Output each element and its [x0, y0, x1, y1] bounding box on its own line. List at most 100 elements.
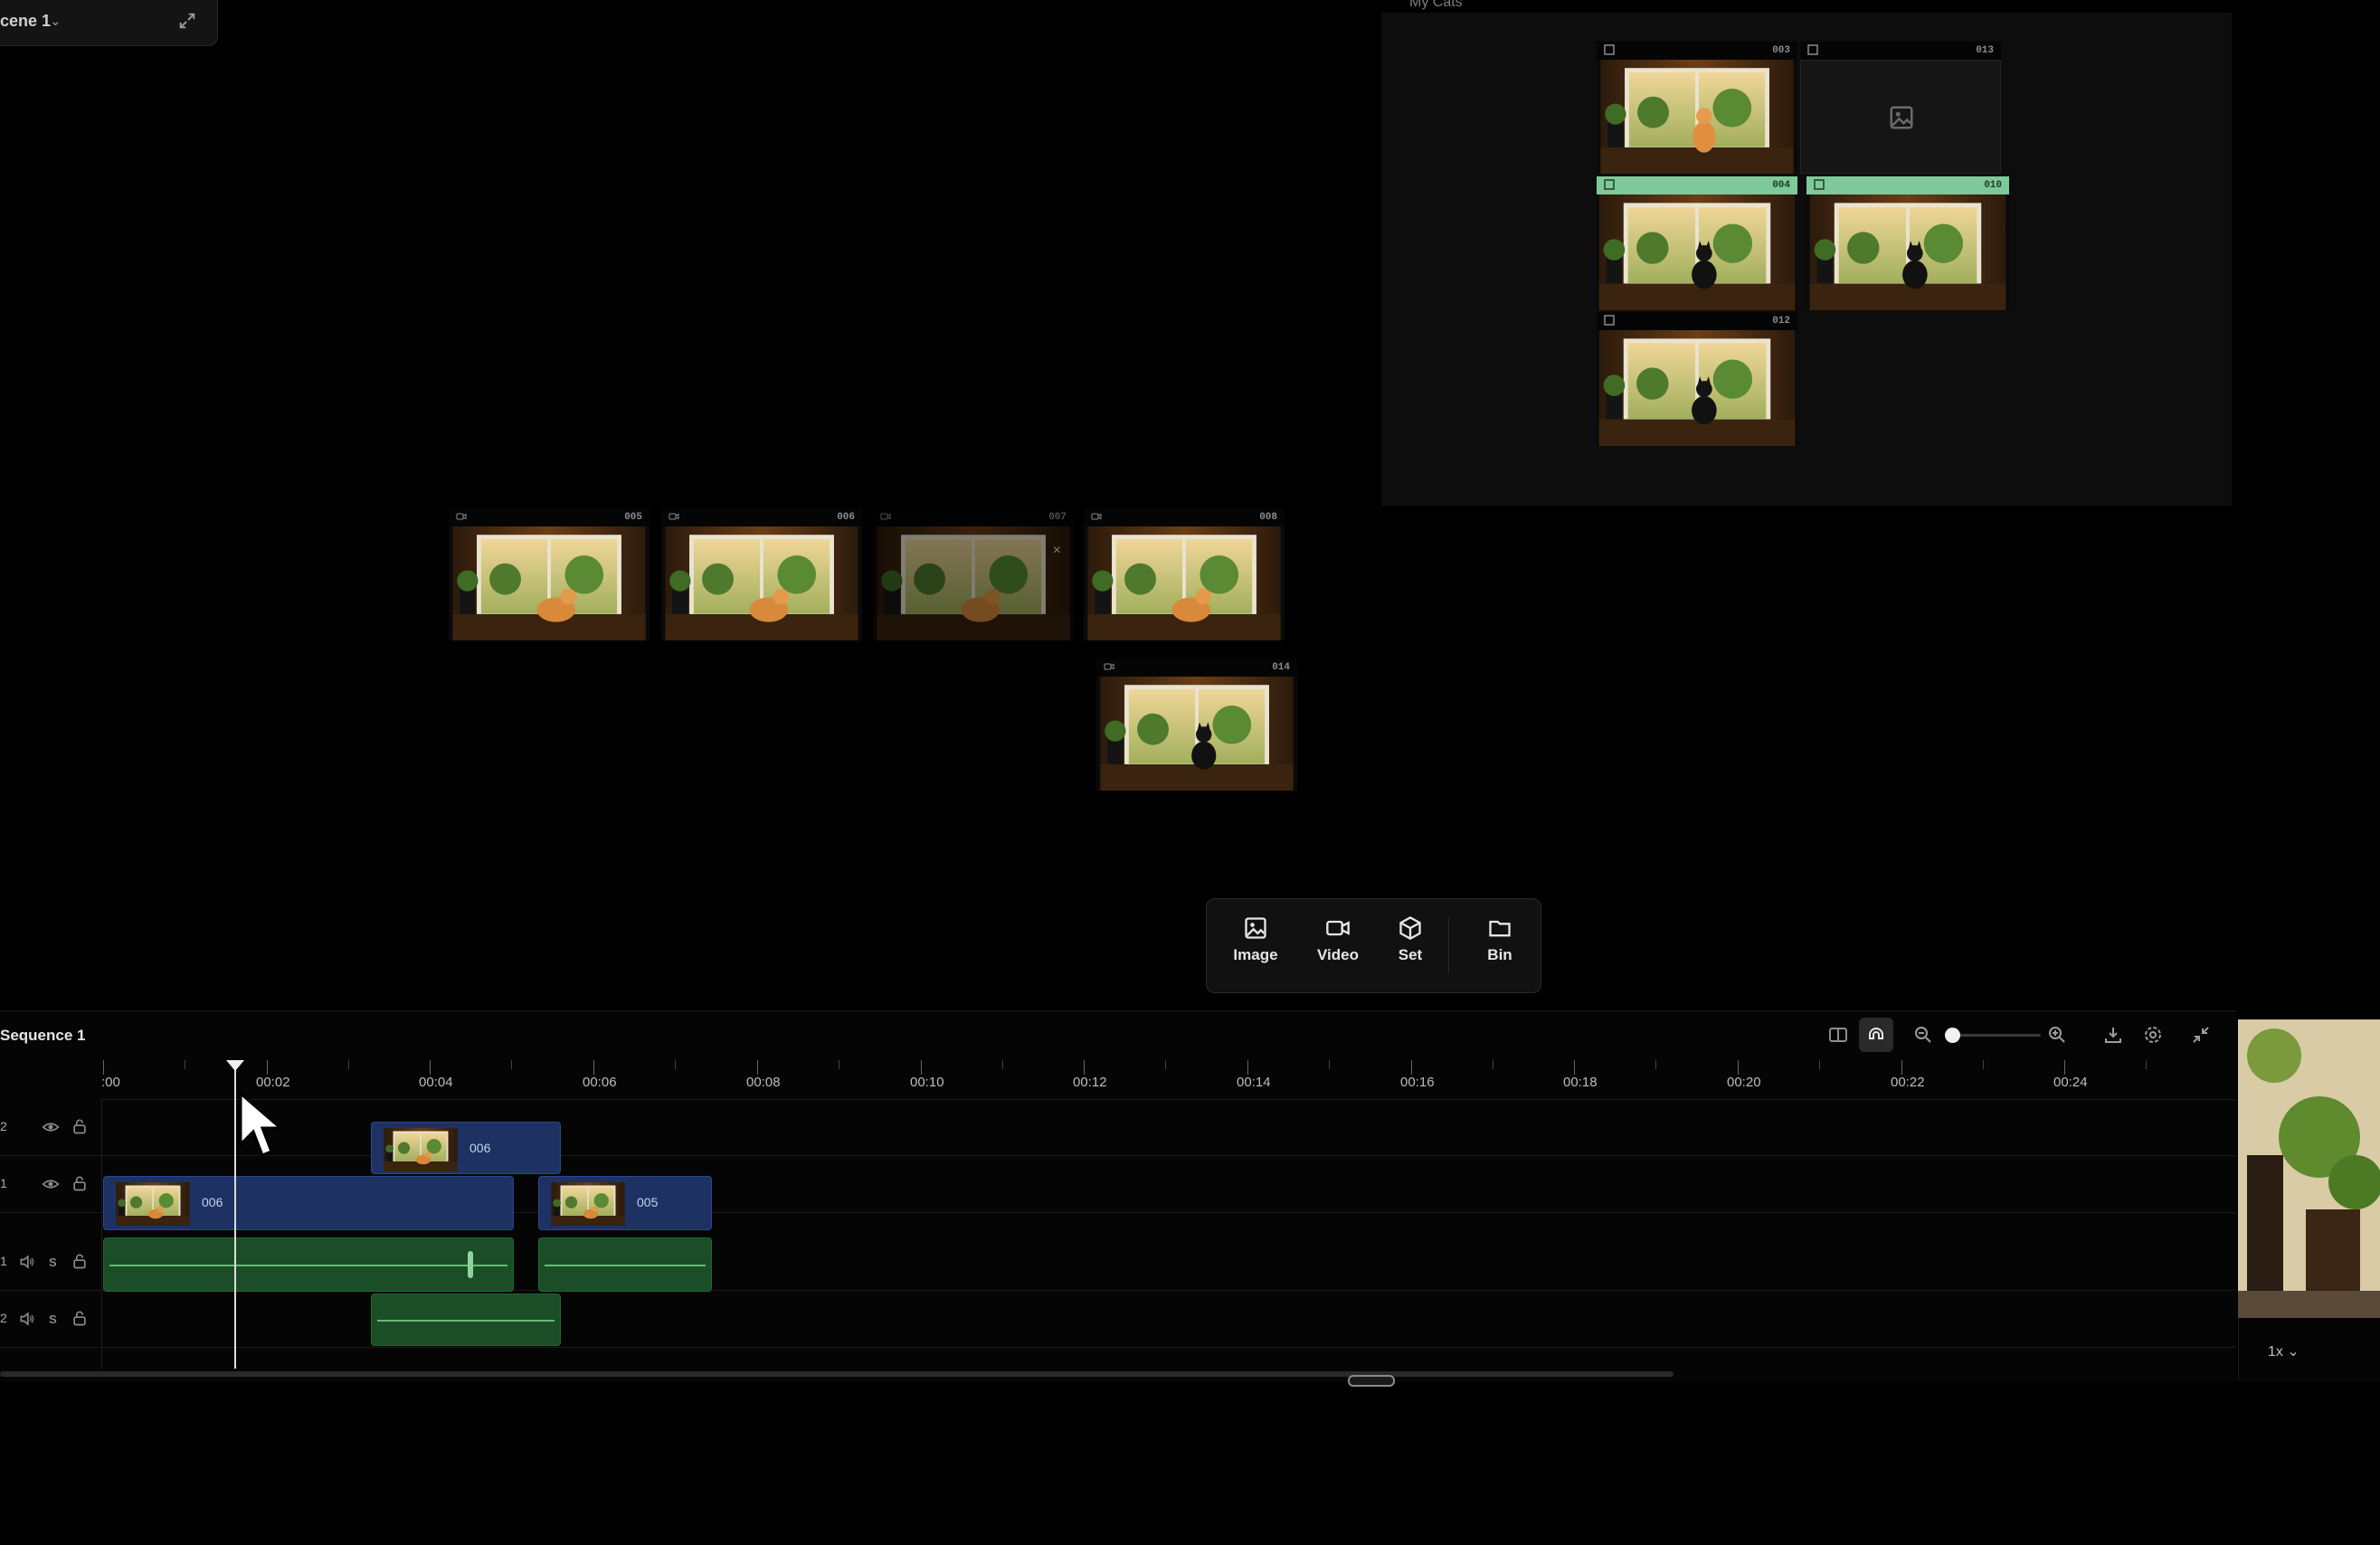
zoom-slider-handle[interactable] [1945, 1028, 1960, 1043]
zoom-slider-track[interactable] [1952, 1034, 2041, 1037]
bin-button[interactable]: Bin [1468, 915, 1531, 979]
zoom-out-icon[interactable] [1912, 1024, 1934, 1046]
track-number: 1 [0, 1254, 7, 1268]
playhead[interactable] [234, 1066, 236, 1369]
ruler-label: 00:24 [2053, 1075, 2088, 1090]
ruler-tick-major [267, 1060, 268, 1075]
eye-icon[interactable] [42, 1118, 60, 1136]
video-type-icon [456, 511, 467, 522]
toolbar-divider [1448, 917, 1449, 973]
lock-icon[interactable] [71, 1174, 89, 1192]
track-number: 2 [0, 1119, 7, 1133]
mouse-cursor-icon [239, 1090, 285, 1157]
frame-header: 007 [873, 508, 1074, 526]
video-icon [1325, 915, 1351, 941]
solo-toggle[interactable]: S [49, 1256, 57, 1269]
collapse-icon[interactable] [2190, 1024, 2212, 1046]
image-type-icon [1814, 179, 1825, 190]
ruler-tick-major [1411, 1060, 1412, 1075]
frame-number: 012 [1772, 316, 1790, 327]
clip-label: 006 [469, 1141, 491, 1155]
audio-clip[interactable] [103, 1237, 514, 1292]
video-frame-005[interactable]: 005 [449, 508, 650, 640]
frame-header: 005 [449, 508, 650, 526]
split-view-icon[interactable] [1827, 1024, 1849, 1046]
lock-icon[interactable] [71, 1252, 89, 1270]
audio-waveform [109, 1265, 507, 1266]
sequence-title[interactable]: Sequence 1 [0, 1027, 86, 1045]
frame-thumbnail [661, 526, 862, 640]
frame-number: 004 [1772, 180, 1790, 191]
frame-header: 006 [661, 508, 862, 526]
download-icon[interactable] [2102, 1024, 2124, 1046]
ruler-tick-minor [511, 1060, 512, 1069]
speaker-icon[interactable] [18, 1310, 36, 1328]
scrollbar-handle[interactable] [1348, 1375, 1395, 1387]
playhead-handle[interactable] [226, 1060, 244, 1071]
scene-label[interactable]: cene 1 [0, 12, 51, 31]
image-frame-004[interactable]: 004 [1597, 176, 1797, 310]
image-type-icon [1604, 179, 1615, 190]
frame-thumbnail [1806, 194, 2009, 310]
ruler-tick-minor [1002, 1060, 1003, 1069]
chevron-down-icon[interactable]: ⌄ [50, 13, 62, 29]
preview-image [2238, 1019, 2380, 1318]
empty-image-placeholder[interactable] [1800, 60, 2001, 174]
ruler-tick-major [1084, 1060, 1085, 1075]
image-frame-010[interactable]: 010 [1806, 176, 2009, 310]
frame-number: 006 [837, 512, 855, 523]
frame-header: 004 [1597, 176, 1797, 194]
frame-header: 010 [1806, 176, 2009, 194]
ruler-tick-major [921, 1060, 922, 1075]
video-clip[interactable]: 006 [371, 1122, 561, 1174]
speaker-icon[interactable] [18, 1253, 36, 1271]
video-frame-008[interactable]: 008 [1084, 508, 1285, 640]
frame-thumbnail [1597, 60, 1797, 174]
video-clip[interactable]: 006 [103, 1176, 514, 1230]
track-row-audio-2: 2 S [0, 1291, 2236, 1348]
ruler-label: 00:08 [746, 1075, 781, 1090]
video-frame-014[interactable]: 014 [1096, 659, 1297, 791]
magnet-icon[interactable] [1865, 1024, 1887, 1046]
ruler-tick-major [1574, 1060, 1575, 1075]
zoom-in-icon[interactable] [2046, 1024, 2068, 1046]
image-icon [1243, 915, 1268, 941]
video-type-icon [668, 511, 679, 522]
ruler-tick-major [1901, 1060, 1902, 1075]
image-placeholder-icon [1888, 104, 1915, 131]
lock-icon[interactable] [71, 1117, 89, 1135]
solo-toggle[interactable]: S [49, 1313, 57, 1326]
video-frame-006[interactable]: 006 [661, 508, 862, 640]
lock-icon[interactable] [71, 1309, 89, 1327]
image-frame-013[interactable]: 013 [1800, 42, 2001, 174]
close-icon[interactable]: × [1053, 543, 1061, 559]
group-title[interactable]: My Cats [1409, 0, 1463, 11]
ruler-label: 00:20 [1727, 1075, 1761, 1090]
video-frame-007[interactable]: 007 × [873, 508, 1074, 640]
preview-viewer[interactable] [2238, 1019, 2380, 1318]
ruler-label: 00:12 [1073, 1075, 1107, 1090]
eye-icon[interactable] [42, 1175, 60, 1193]
playback-speed-dropdown[interactable]: 1x ⌄ [2268, 1342, 2299, 1360]
horizontal-scrollbar[interactable] [0, 1371, 1674, 1377]
expand-icon[interactable] [177, 11, 197, 31]
add-image-button[interactable]: Image [1224, 915, 1287, 979]
ruler-label: 00:16 [1400, 1075, 1435, 1090]
frame-thumbnail [1084, 526, 1285, 640]
add-set-button[interactable]: Set [1379, 915, 1442, 979]
frame-thumbnail [1597, 194, 1797, 310]
image-frame-012[interactable]: 012 [1597, 312, 1797, 446]
video-button-label: Video [1317, 946, 1359, 963]
frame-header: 014 [1096, 659, 1297, 677]
frame-number: 005 [624, 512, 642, 523]
audio-clip[interactable] [371, 1294, 561, 1346]
ruler-label: :00 [101, 1075, 120, 1090]
frame-thumbnail [449, 526, 650, 640]
video-clip[interactable]: 005 [538, 1176, 712, 1230]
ruler-label: 00:06 [583, 1075, 617, 1090]
image-frame-003[interactable]: 003 [1597, 42, 1797, 174]
ruler-tick-minor [1329, 1060, 1330, 1069]
audio-clip[interactable] [538, 1237, 712, 1292]
gear-icon[interactable] [2142, 1024, 2164, 1046]
add-video-button[interactable]: Video [1306, 915, 1370, 979]
